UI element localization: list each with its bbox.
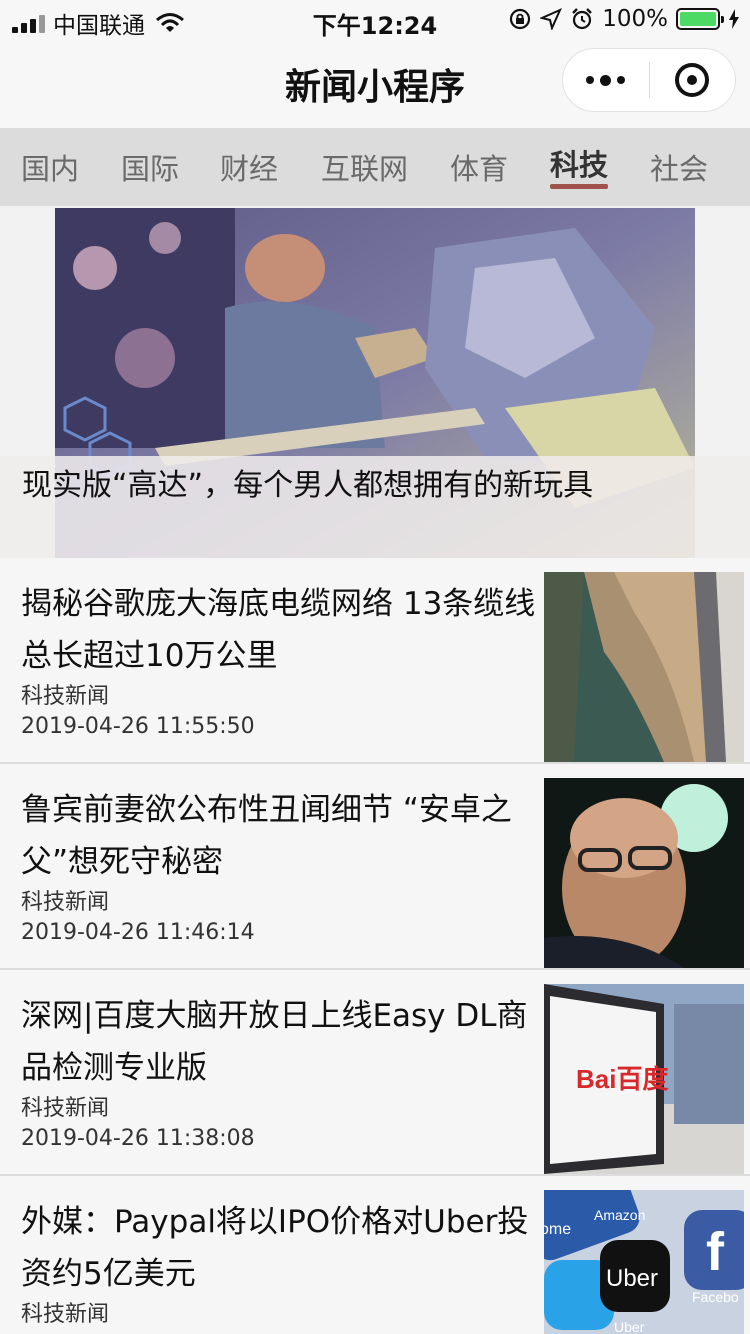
tab-technology-label: 科技 bbox=[550, 148, 609, 182]
tab-finance[interactable]: 财经 bbox=[220, 146, 278, 188]
news-time: 2019-04-26 11:55:50 bbox=[21, 714, 255, 739]
menu-capsule bbox=[562, 48, 736, 112]
news-thumbnail bbox=[544, 778, 744, 968]
orientation-lock-icon bbox=[510, 8, 531, 30]
app-label: Uber bbox=[606, 1265, 658, 1292]
list-item[interactable]: 深网|百度大脑开放日上线Easy DL商品检测专业版 科技新闻 2019-04-… bbox=[0, 972, 750, 1176]
alarm-clock-icon bbox=[572, 8, 593, 30]
tab-technology[interactable]: 科技 bbox=[550, 142, 609, 189]
news-title: 揭秘谷歌庞大海底电缆网络 13条缆线总长超过10万公里 bbox=[21, 586, 536, 674]
tab-sports[interactable]: 体育 bbox=[450, 146, 508, 188]
list-item[interactable]: 鲁宾前妻欲公布性丑闻细节 “安卓之父”想死守秘密 科技新闻 2019-04-26… bbox=[0, 766, 750, 970]
tab-society[interactable]: 社会 bbox=[650, 146, 708, 188]
facebook-glyph: f bbox=[706, 1222, 725, 1282]
news-category: 科技新闻 bbox=[21, 1302, 110, 1327]
app-label: Uber bbox=[614, 1319, 645, 1334]
app-label: ome bbox=[544, 1221, 571, 1238]
nav-bar: 新闻小程序 bbox=[0, 40, 750, 128]
battery-percent: 100% bbox=[602, 6, 668, 32]
status-bar: 中国联通 下午12:24 100% bbox=[0, 0, 750, 40]
charging-bolt-icon bbox=[729, 9, 739, 29]
app-label: Amazon bbox=[594, 1207, 645, 1223]
hero-banner[interactable]: 现实版“高达”，每个男人都想拥有的新玩具 bbox=[0, 206, 750, 558]
news-title: 深网|百度大脑开放日上线Easy DL商品检测专业版 bbox=[21, 998, 528, 1086]
active-tab-indicator bbox=[550, 184, 609, 189]
list-item[interactable]: 外媒：Paypal将以IPO价格对Uber投资约5亿美元 科技新闻 ome Am… bbox=[0, 1178, 750, 1334]
news-thumbnail: ome Amazon Uber Uber f Facebo bbox=[544, 1190, 744, 1334]
more-dots-icon bbox=[600, 74, 612, 86]
status-right: 100% bbox=[508, 6, 740, 32]
close-button[interactable] bbox=[650, 49, 736, 111]
list-item[interactable]: 揭秘谷歌庞大海底电缆网络 13条缆线总长超过10万公里 科技新闻 2019-04… bbox=[0, 560, 750, 764]
location-arrow-icon bbox=[540, 8, 563, 30]
tab-international[interactable]: 国际 bbox=[121, 146, 179, 188]
baidu-logo: Bai百度 bbox=[576, 1064, 668, 1094]
more-button[interactable] bbox=[563, 49, 649, 111]
news-title: 鲁宾前妻欲公布性丑闻细节 “安卓之父”想死守秘密 bbox=[21, 792, 512, 880]
news-category: 科技新闻 bbox=[21, 890, 110, 915]
news-time: 2019-04-26 11:46:14 bbox=[21, 920, 255, 945]
news-thumbnail bbox=[544, 572, 744, 762]
category-tabs: 国内 国际 财经 互联网 体育 科技 社会 bbox=[0, 128, 750, 206]
news-thumbnail: Bai百度 bbox=[544, 984, 744, 1174]
more-dots-icon bbox=[617, 76, 626, 84]
tab-internet[interactable]: 互联网 bbox=[321, 146, 408, 188]
hero-caption: 现实版“高达”，每个男人都想拥有的新玩具 bbox=[22, 468, 594, 503]
news-category: 科技新闻 bbox=[21, 684, 110, 709]
tab-domestic[interactable]: 国内 bbox=[21, 146, 79, 188]
more-dots-icon bbox=[586, 76, 595, 84]
app-label: Facebo bbox=[692, 1289, 739, 1305]
news-category: 科技新闻 bbox=[21, 1096, 110, 1121]
battery-fill bbox=[680, 12, 716, 26]
target-ring-icon bbox=[675, 63, 710, 97]
news-title: 外媒：Paypal将以IPO价格对Uber投资约5亿美元 bbox=[21, 1204, 529, 1292]
news-time: 2019-04-26 11:38:08 bbox=[21, 1126, 255, 1151]
battery-icon bbox=[676, 8, 724, 30]
